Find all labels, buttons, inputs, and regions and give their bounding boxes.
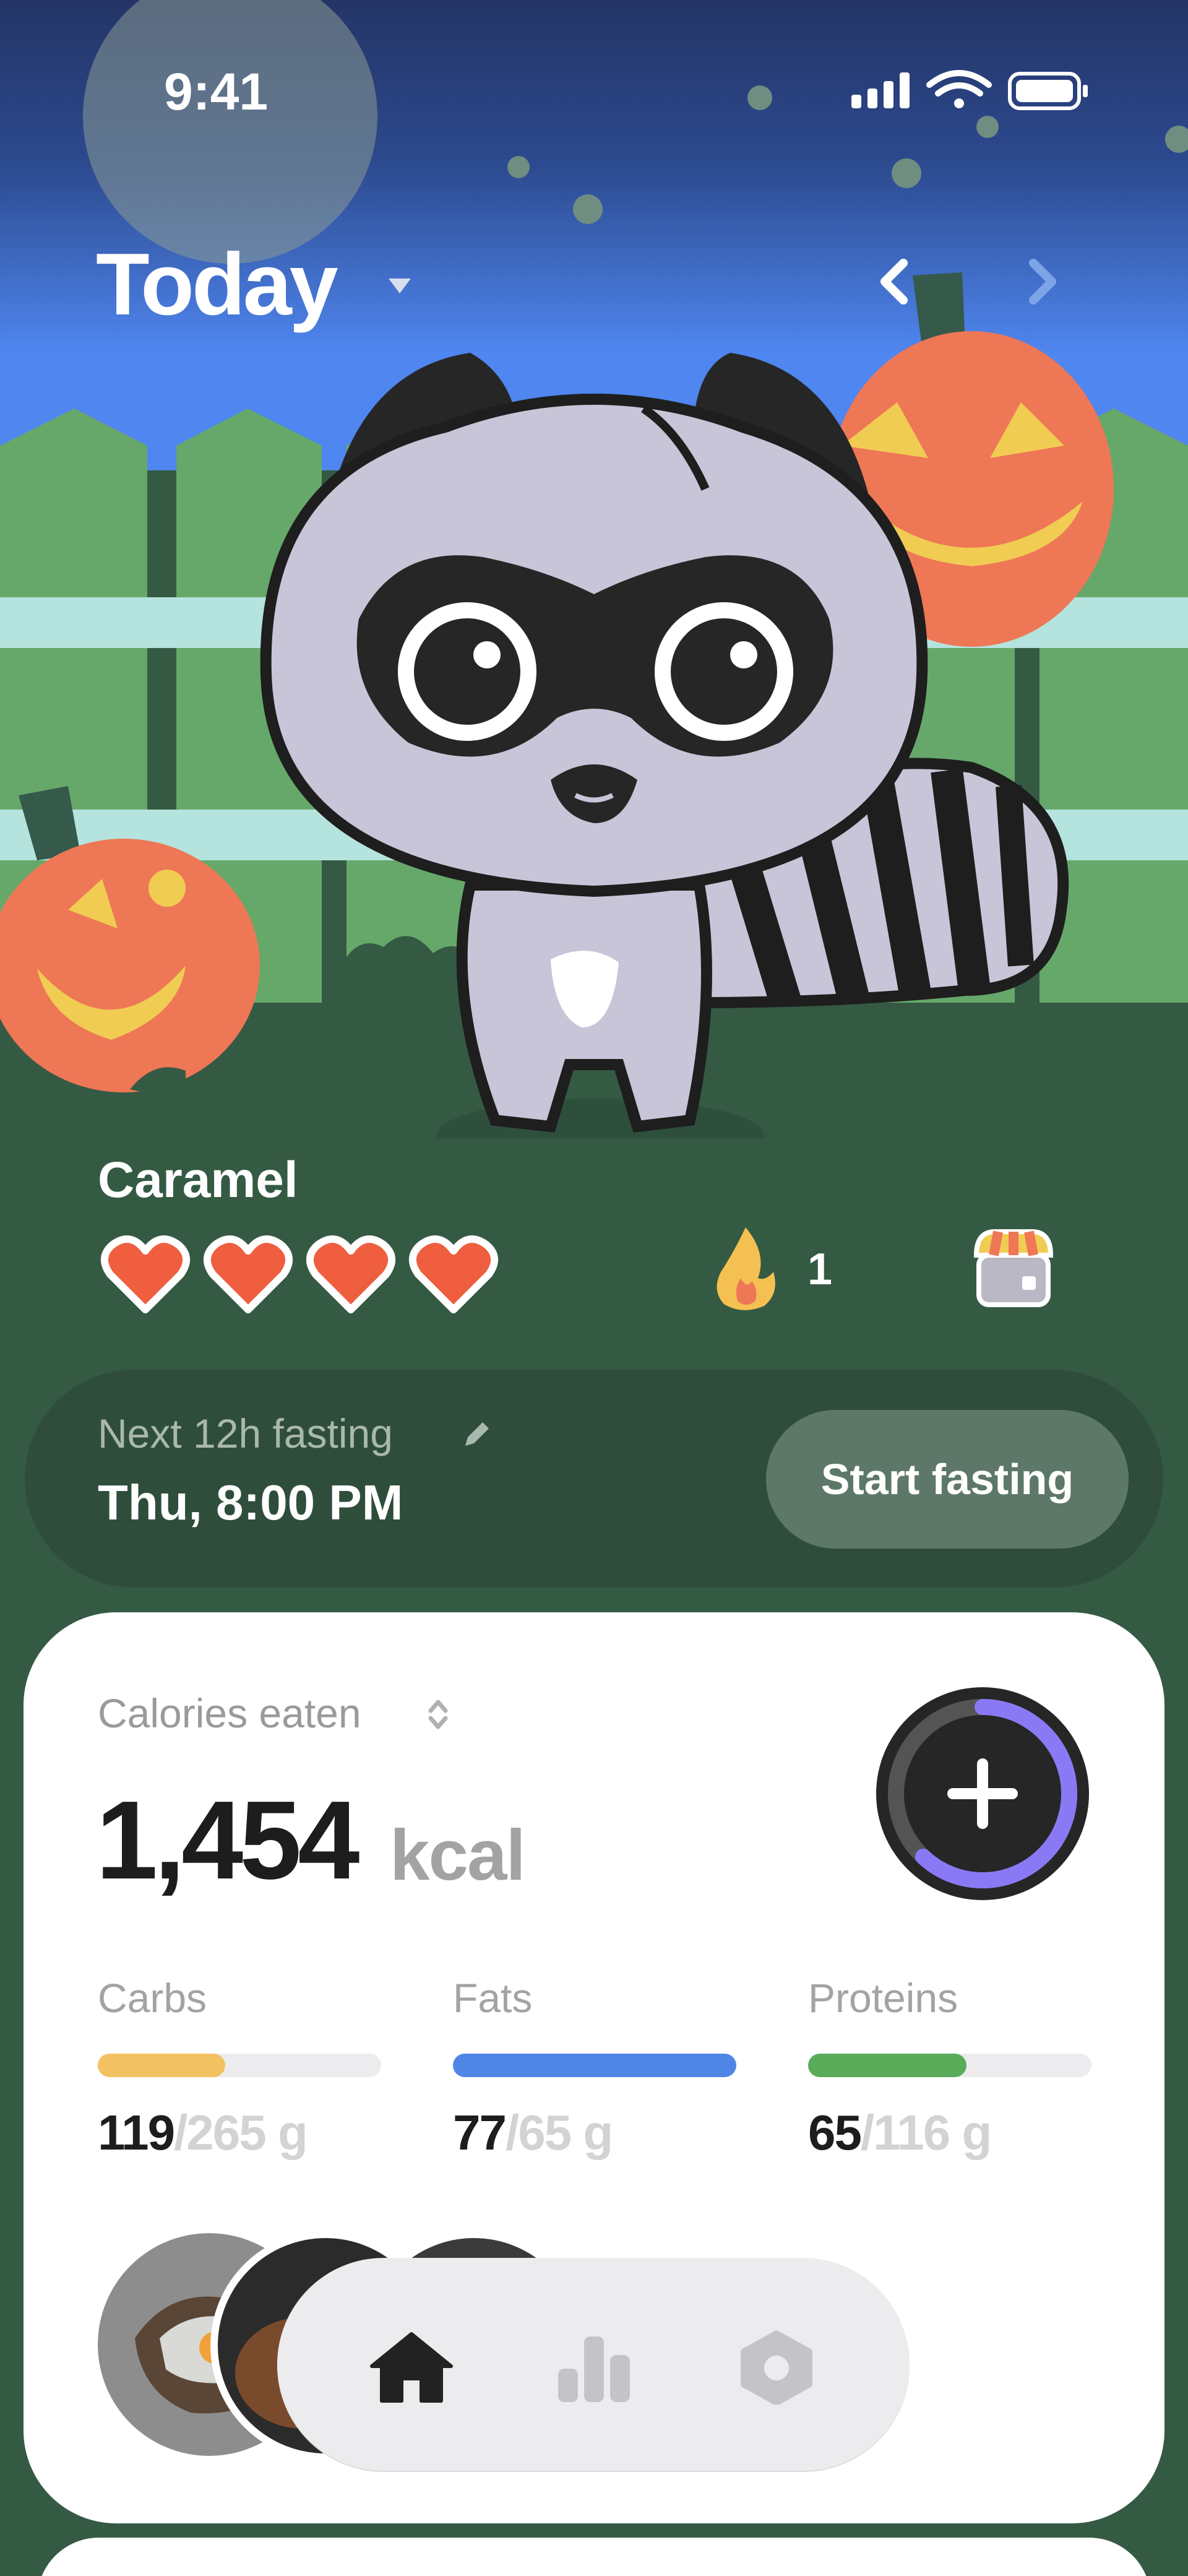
- proteins-target: /116 g: [860, 2105, 992, 2160]
- start-fasting-button[interactable]: Start fasting: [766, 1410, 1129, 1549]
- battery-icon: [1008, 72, 1088, 110]
- shop-icon[interactable]: [970, 1224, 1057, 1311]
- chevron-right-icon: [1029, 259, 1056, 305]
- chart-icon[interactable]: [551, 2330, 637, 2405]
- add-food-button[interactable]: [872, 1683, 1093, 1904]
- star: [976, 116, 999, 138]
- star: [892, 158, 921, 188]
- fasting-label: Next 12h fasting: [98, 1411, 393, 1456]
- carbs-eaten: 119: [98, 2105, 175, 2160]
- flame-icon: [717, 1227, 775, 1310]
- heart-icon: [409, 1235, 498, 1313]
- fats-bar: [453, 2054, 736, 2077]
- caret-down-icon[interactable]: [385, 272, 415, 297]
- wifi-icon: [926, 70, 992, 108]
- hearts: [101, 1235, 498, 1313]
- streak-count: 1: [807, 1245, 833, 1294]
- fasting-time: Thu, 8:00 PM: [98, 1475, 403, 1530]
- carbs-label: Carbs: [98, 1975, 207, 2021]
- status-time: 9:41: [164, 63, 269, 121]
- pet-name: Caramel: [98, 1152, 298, 1208]
- carbs-value: 119/265 g: [98, 2104, 308, 2161]
- heart-icon: [204, 1235, 293, 1313]
- carbs-target: /265 g: [174, 2105, 308, 2160]
- proteins-eaten: 65: [808, 2105, 862, 2160]
- fats-label: Fats: [453, 1975, 533, 2021]
- carbs-bar: [98, 2054, 225, 2077]
- fats-target: /65 g: [505, 2105, 613, 2160]
- proteins-bar: [808, 2054, 966, 2077]
- next-card: [37, 2538, 1151, 2576]
- signal-icon: [851, 72, 910, 108]
- chevron-left-icon[interactable]: [866, 251, 922, 313]
- star: [507, 156, 530, 178]
- calories-value: 1,454: [96, 1778, 359, 1903]
- scene-illustration: [0, 0, 1188, 1139]
- home-icon[interactable]: [368, 2330, 455, 2405]
- heart-icon: [101, 1235, 190, 1313]
- app-root: 9:41 Today Caramel 1 Next 12h fasting Th…: [0, 0, 1188, 2576]
- calories-unit: kcal: [390, 1815, 526, 1895]
- status-icons: [851, 70, 1088, 110]
- star: [573, 194, 603, 224]
- sort-icon[interactable]: [426, 1695, 450, 1734]
- pencil-icon[interactable]: [459, 1417, 494, 1452]
- fats-eaten: 77: [453, 2105, 507, 2160]
- settings-icon[interactable]: [733, 2330, 820, 2405]
- calories-label: Calories eaten: [98, 1690, 361, 1736]
- heart-icon: [306, 1235, 395, 1313]
- proteins-label: Proteins: [808, 1975, 958, 2021]
- fats-value: 77/65 g: [453, 2104, 613, 2161]
- page-title[interactable]: Today: [96, 234, 338, 335]
- proteins-value: 65/116 g: [808, 2104, 992, 2161]
- star: [747, 85, 772, 110]
